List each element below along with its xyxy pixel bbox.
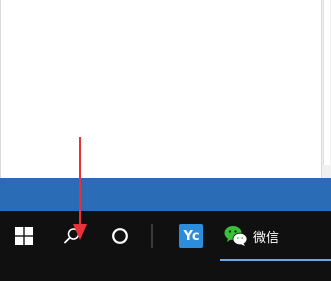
wechat-icon [224,226,248,246]
yc-app-icon: Yc [179,224,203,248]
windows-logo-icon [15,227,33,245]
start-button[interactable] [0,211,48,261]
taskbar-app-wechat[interactable]: 微信 [220,211,331,261]
screen: Yc 微信 [0,0,331,281]
taskbar-app-yc[interactable]: Yc [168,211,214,261]
search-icon [64,228,80,244]
window-content-area [0,0,322,178]
yc-tile-text: Yc [183,228,199,244]
cortana-button[interactable] [96,211,144,261]
cortana-circle-icon [112,228,128,244]
search-button[interactable] [48,211,96,261]
scrollbar-thumb[interactable] [323,0,330,165]
app-window [0,0,331,178]
taskbar-divider [151,224,153,248]
vertical-scrollbar[interactable] [322,0,331,178]
desktop-background [0,178,331,211]
taskbar: Yc 微信 [0,211,331,281]
active-app-indicator [220,259,331,261]
wechat-label: 微信 [253,230,280,246]
